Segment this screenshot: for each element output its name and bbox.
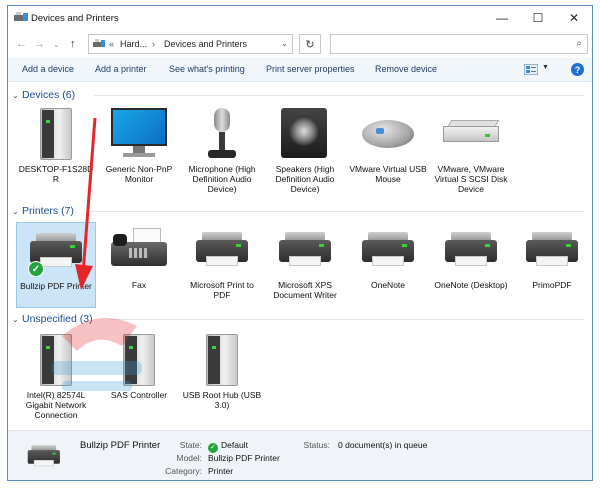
remove-device-button[interactable]: Remove device xyxy=(375,64,437,74)
window-title: Devices and Printers xyxy=(31,13,119,24)
red-arrow-annotation xyxy=(75,117,97,290)
devices-printers-icon xyxy=(14,12,28,21)
close-button[interactable]: ✕ xyxy=(556,6,592,30)
speaker-icon xyxy=(273,106,337,162)
printer-label: OneNote xyxy=(370,280,406,290)
command-bar: Add a device Add a printer See what's pr… xyxy=(8,58,592,82)
printer-icon xyxy=(520,222,584,278)
device-item-speakers[interactable]: Speakers (High Definition Audio Device) xyxy=(265,106,345,194)
printer-label: OneNote (Desktop) xyxy=(434,280,508,290)
add-device-button[interactable]: Add a device xyxy=(22,64,74,74)
device-label: Microphone (High Definition Audio Device… xyxy=(188,164,256,194)
section-devices[interactable]: ⌄ Devices (6) xyxy=(12,88,588,102)
model-label: Model: xyxy=(176,453,202,463)
device-label: SAS Controller xyxy=(110,390,168,400)
change-view-icon[interactable] xyxy=(524,64,538,75)
search-icon[interactable]: ⌕ xyxy=(576,38,582,49)
monitor-icon xyxy=(107,106,171,162)
chevron-down-icon[interactable]: ⌄ xyxy=(12,207,22,216)
breadcrumb-devices-printers[interactable]: Devices and Printers xyxy=(164,39,247,49)
details-pane: Bullzip PDF Printer State: ✓ Default Mode… xyxy=(8,430,592,480)
device-label: Speakers (High Definition Audio Device) xyxy=(275,164,335,194)
address-dropdown-icon[interactable]: ⌄ xyxy=(281,39,288,48)
details-device-name: Bullzip PDF Printer xyxy=(80,440,161,451)
section-divider xyxy=(90,211,584,212)
section-divider xyxy=(110,319,584,320)
refresh-button[interactable]: ↻ xyxy=(299,34,321,54)
section-divider xyxy=(94,95,584,96)
printer-item-primopdf[interactable]: PrimoPDF xyxy=(512,222,592,290)
category-label: Category: xyxy=(165,466,202,476)
search-input[interactable]: ⌕ xyxy=(330,34,588,54)
device-item-mouse[interactable]: VMware Virtual USB Mouse xyxy=(348,106,428,184)
forward-button[interactable]: → xyxy=(34,38,45,50)
printer-label: PrimoPDF xyxy=(532,280,572,290)
section-title-unspecified: Unspecified (3) xyxy=(22,313,93,325)
category-value: Printer xyxy=(208,466,234,476)
status-value: 0 document(s) in queue xyxy=(338,440,428,450)
section-title-printers: Printers (7) xyxy=(22,205,74,217)
print-server-properties-button[interactable]: Print server properties xyxy=(266,64,355,74)
section-unspecified[interactable]: ⌄ Unspecified (3) xyxy=(12,312,588,326)
maximize-button[interactable]: ☐ xyxy=(520,6,556,30)
disk-icon xyxy=(439,106,503,162)
view-options-dropdown[interactable]: ▼ xyxy=(542,64,549,71)
device-item-usb-root-hub[interactable]: USB Root Hub (USB 3.0) xyxy=(182,332,262,410)
printer-label: Microsoft Print to PDF xyxy=(190,280,254,300)
printer-icon xyxy=(273,222,337,278)
printer-label: Microsoft XPS Document Writer xyxy=(273,280,337,300)
help-icon[interactable]: ? xyxy=(571,63,584,76)
model-value: Bullzip PDF Printer xyxy=(208,453,280,463)
printer-icon xyxy=(190,222,254,278)
control-panel-icon xyxy=(93,39,105,47)
printer-item-ms-print-to-pdf[interactable]: Microsoft Print to PDF xyxy=(182,222,262,300)
printer-item-onenote[interactable]: OneNote xyxy=(348,222,428,290)
recent-locations-button[interactable]: ⌄ xyxy=(53,40,60,49)
status-label: Status: xyxy=(303,440,330,450)
address-bar[interactable]: « Hard... › Devices and Printers ⌄ xyxy=(88,34,293,54)
chevron-down-icon[interactable]: ⌄ xyxy=(12,91,22,100)
device-item-microphone[interactable]: Microphone (High Definition Audio Device… xyxy=(182,106,262,194)
fax-icon xyxy=(107,222,171,278)
printer-item-ms-xps[interactable]: Microsoft XPS Document Writer xyxy=(265,222,345,300)
breadcrumb-hardware[interactable]: Hard... xyxy=(120,39,147,49)
default-check-icon: ✓ xyxy=(208,443,218,453)
printer-icon xyxy=(356,222,420,278)
section-title-devices: Devices (6) xyxy=(22,89,76,101)
tower-icon xyxy=(190,332,254,388)
tower-icon xyxy=(24,332,88,388)
state-value: ✓ Default xyxy=(208,440,248,453)
devices-and-printers-window: Devices and Printers — ☐ ✕ ← → ⌄ ↑ « Har… xyxy=(7,5,593,481)
device-label: VMware Virtual USB Mouse xyxy=(349,164,427,184)
microphone-icon xyxy=(190,106,254,162)
mouse-icon xyxy=(356,106,420,162)
device-item-sas-controller[interactable]: SAS Controller xyxy=(99,332,179,400)
minimize-button[interactable]: — xyxy=(484,6,520,30)
device-label: VMware, VMware Virtual S SCSI Disk Devic… xyxy=(434,164,508,194)
device-item-disk[interactable]: VMware, VMware Virtual S SCSI Disk Devic… xyxy=(431,106,511,194)
default-printer-check-icon: ✓ xyxy=(28,261,44,277)
add-printer-button[interactable]: Add a printer xyxy=(95,64,147,74)
address-row: ← → ⌄ ↑ « Hard... › Devices and Printers… xyxy=(8,30,592,60)
address-overflow[interactable]: « xyxy=(109,39,114,49)
back-button[interactable]: ← xyxy=(16,38,27,50)
see-whats-printing-button[interactable]: See what's printing xyxy=(169,64,245,74)
breadcrumb-separator: › xyxy=(152,39,155,49)
device-label: Intel(R) 82574L Gigabit Network Connecti… xyxy=(25,390,87,420)
device-label: USB Root Hub (USB 3.0) xyxy=(182,390,262,410)
printer-icon xyxy=(439,222,503,278)
state-label: State: xyxy=(179,440,202,450)
up-button[interactable]: ↑ xyxy=(70,38,76,50)
device-item-intel-network[interactable]: Intel(R) 82574L Gigabit Network Connecti… xyxy=(16,332,96,420)
tower-icon xyxy=(107,332,171,388)
chevron-down-icon[interactable]: ⌄ xyxy=(12,315,22,324)
printer-item-onenote-desktop[interactable]: OneNote (Desktop) xyxy=(431,222,511,290)
title-bar: Devices and Printers — ☐ ✕ xyxy=(8,6,592,30)
printer-icon xyxy=(24,439,64,474)
state-text: Default xyxy=(221,440,248,450)
